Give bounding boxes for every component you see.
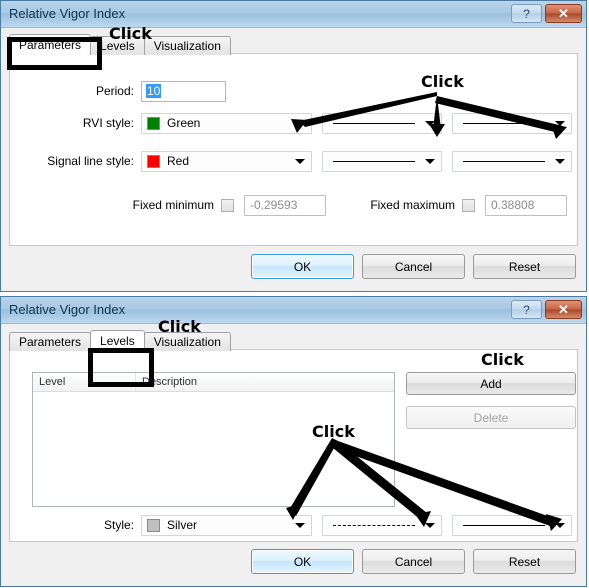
cancel-button[interactable]: Cancel	[362, 549, 465, 574]
reset-button[interactable]: Reset	[473, 254, 576, 279]
signal-color-swatch	[147, 154, 160, 168]
signal-linewidth-combo[interactable]	[452, 150, 572, 172]
dialog-footer-buttons: OK Cancel Reset	[251, 549, 576, 574]
rvi-color-name: Green	[167, 116, 201, 130]
tab-levels[interactable]: Levels	[90, 330, 145, 351]
period-label: Period:	[95, 84, 134, 98]
line-preview-solid-icon	[333, 161, 415, 162]
signal-style-label: Signal line style:	[47, 154, 134, 168]
rvi-style-label: RVI style:	[82, 116, 134, 130]
fixed-maximum-input[interactable]: 0.38808	[485, 194, 567, 216]
fixed-minimum-input[interactable]: -0.29593	[244, 194, 326, 216]
line-preview-solid-icon	[463, 161, 545, 162]
cancel-button[interactable]: Cancel	[362, 254, 465, 279]
chevron-down-icon	[295, 523, 305, 528]
delete-button: Delete	[406, 406, 576, 429]
window-controls: ? ✕	[511, 300, 582, 319]
level-color-name: Silver	[167, 518, 198, 532]
tab-parameters[interactable]: Parameters	[9, 332, 92, 351]
dialog-footer-buttons: OK Cancel Reset	[251, 254, 576, 279]
levels-list[interactable]: Level Description	[32, 372, 395, 507]
chevron-down-icon	[295, 121, 305, 126]
title-bar: Relative Vigor Index ? ✕	[1, 1, 586, 28]
levels-panel: Level Description Add Delete Style: Silv…	[9, 349, 578, 542]
chevron-down-icon	[555, 523, 565, 528]
ok-button[interactable]: OK	[251, 254, 354, 279]
column-header-description[interactable]: Description	[136, 373, 394, 391]
close-icon[interactable]: ✕	[545, 4, 582, 23]
signal-color-name: Red	[167, 154, 190, 168]
close-icon[interactable]: ✕	[545, 300, 582, 319]
relative-vigor-index-dialog-levels: Relative Vigor Index ? ✕ Parameters Leve…	[0, 296, 587, 587]
parameters-panel: Period: 10 RVI style: Green Signal line …	[9, 53, 578, 246]
relative-vigor-index-dialog-parameters: Relative Vigor Index ? ✕ Parameters Leve…	[0, 0, 587, 292]
chevron-down-icon	[555, 121, 565, 126]
line-preview-dashed-icon	[333, 525, 415, 526]
style-label: Style:	[103, 518, 134, 532]
fixed-range-row: Fixed minimum -0.29593 Fixed maximum 0.3…	[10, 194, 577, 216]
chevron-down-icon	[425, 121, 435, 126]
help-icon[interactable]: ?	[511, 4, 542, 23]
reset-button[interactable]: Reset	[473, 549, 576, 574]
rvi-linestyle-combo[interactable]	[322, 112, 442, 134]
title-bar: Relative Vigor Index ? ✕	[1, 297, 586, 324]
add-button[interactable]: Add	[406, 372, 576, 395]
level-color-swatch	[147, 518, 160, 532]
column-header-level[interactable]: Level	[33, 373, 136, 391]
fixed-minimum-label: Fixed minimum	[132, 198, 214, 212]
line-preview-solid-icon	[463, 525, 545, 526]
tab-strip: Parameters Levels Visualization	[9, 34, 231, 55]
period-value: 10	[146, 84, 162, 98]
period-input[interactable]: 10	[141, 80, 226, 102]
period-row: Period: 10	[10, 80, 577, 102]
style-row: Style: Silver	[10, 514, 577, 536]
rvi-linewidth-combo[interactable]	[452, 112, 572, 134]
rvi-color-swatch	[147, 116, 160, 130]
level-color-combo[interactable]: Silver	[141, 514, 312, 536]
signal-color-combo[interactable]: Red	[141, 150, 312, 172]
signal-style-row: Signal line style: Red	[10, 150, 577, 172]
tab-strip: Parameters Levels Visualization	[9, 330, 231, 351]
chevron-down-icon	[295, 159, 305, 164]
level-linestyle-combo[interactable]	[322, 514, 442, 536]
help-icon[interactable]: ?	[511, 300, 542, 319]
chevron-down-icon	[425, 523, 435, 528]
ok-button[interactable]: OK	[251, 549, 354, 574]
window-title: Relative Vigor Index	[9, 6, 126, 21]
line-preview-solid-icon	[463, 123, 545, 124]
tab-visualization[interactable]: Visualization	[143, 36, 231, 55]
tab-visualization[interactable]: Visualization	[143, 332, 231, 351]
line-preview-solid-icon	[333, 123, 415, 124]
tab-parameters[interactable]: Parameters	[9, 34, 92, 55]
window-controls: ? ✕	[511, 4, 582, 23]
level-linewidth-combo[interactable]	[452, 514, 572, 536]
tab-levels[interactable]: Levels	[90, 36, 145, 55]
window-title: Relative Vigor Index	[9, 302, 126, 317]
rvi-color-combo[interactable]: Green	[141, 112, 312, 134]
fixed-minimum-checkbox[interactable]	[221, 198, 234, 212]
chevron-down-icon	[555, 159, 565, 164]
levels-list-header: Level Description	[33, 373, 394, 392]
rvi-style-row: RVI style: Green	[10, 112, 577, 134]
chevron-down-icon	[425, 159, 435, 164]
fixed-maximum-label: Fixed maximum	[370, 198, 455, 212]
fixed-maximum-checkbox[interactable]	[462, 198, 475, 212]
signal-linestyle-combo[interactable]	[322, 150, 442, 172]
